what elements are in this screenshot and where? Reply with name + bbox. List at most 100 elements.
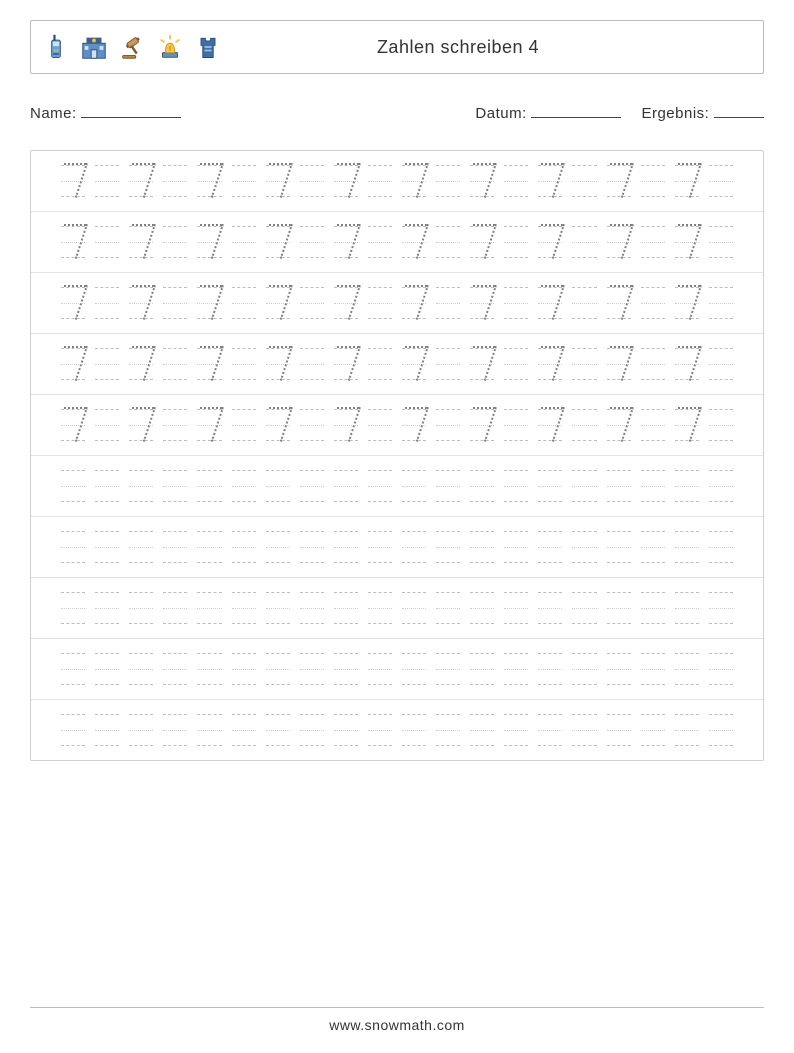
guide-cell[interactable] — [129, 226, 153, 258]
guide-cell[interactable] — [300, 531, 324, 563]
guide-cell[interactable] — [300, 165, 324, 197]
guide-cell[interactable] — [709, 287, 733, 319]
date-blank[interactable] — [531, 102, 621, 118]
guide-cell[interactable] — [436, 592, 460, 624]
guide-cell[interactable] — [368, 470, 392, 502]
guide-cell[interactable] — [436, 165, 460, 197]
guide-cell[interactable] — [197, 470, 221, 502]
guide-cell[interactable] — [368, 409, 392, 441]
guide-cell[interactable] — [436, 409, 460, 441]
guide-cell[interactable] — [232, 470, 256, 502]
guide-cell[interactable] — [334, 653, 358, 685]
guide-cell[interactable] — [163, 714, 187, 746]
guide-cell[interactable] — [163, 226, 187, 258]
guide-cell[interactable] — [641, 592, 665, 624]
guide-cell[interactable] — [61, 226, 85, 258]
guide-cell[interactable] — [675, 226, 699, 258]
guide-cell[interactable] — [95, 531, 119, 563]
guide-cell[interactable] — [538, 592, 562, 624]
guide-cell[interactable] — [61, 287, 85, 319]
guide-cell[interactable] — [675, 653, 699, 685]
guide-cell[interactable] — [572, 531, 596, 563]
guide-cell[interactable] — [607, 531, 631, 563]
guide-cell[interactable] — [538, 531, 562, 563]
guide-cell[interactable] — [334, 348, 358, 380]
guide-cell[interactable] — [402, 653, 426, 685]
guide-cell[interactable] — [470, 165, 494, 197]
guide-cell[interactable] — [232, 287, 256, 319]
guide-cell[interactable] — [163, 165, 187, 197]
guide-cell[interactable] — [334, 470, 358, 502]
guide-cell[interactable] — [266, 653, 290, 685]
guide-cell[interactable] — [607, 714, 631, 746]
guide-cell[interactable] — [470, 287, 494, 319]
guide-cell[interactable] — [197, 531, 221, 563]
guide-cell[interactable] — [436, 287, 460, 319]
guide-cell[interactable] — [197, 287, 221, 319]
guide-cell[interactable] — [709, 531, 733, 563]
guide-cell[interactable] — [197, 409, 221, 441]
guide-cell[interactable] — [129, 653, 153, 685]
guide-cell[interactable] — [709, 592, 733, 624]
guide-cell[interactable] — [709, 165, 733, 197]
name-blank[interactable] — [81, 102, 181, 118]
guide-cell[interactable] — [402, 226, 426, 258]
guide-cell[interactable] — [368, 531, 392, 563]
guide-cell[interactable] — [641, 531, 665, 563]
guide-cell[interactable] — [266, 287, 290, 319]
guide-cell[interactable] — [538, 653, 562, 685]
guide-cell[interactable] — [402, 531, 426, 563]
guide-cell[interactable] — [334, 165, 358, 197]
guide-cell[interactable] — [368, 592, 392, 624]
guide-cell[interactable] — [197, 653, 221, 685]
guide-cell[interactable] — [675, 470, 699, 502]
guide-cell[interactable] — [436, 714, 460, 746]
guide-cell[interactable] — [538, 165, 562, 197]
guide-cell[interactable] — [641, 409, 665, 441]
guide-cell[interactable] — [675, 287, 699, 319]
guide-cell[interactable] — [675, 531, 699, 563]
guide-cell[interactable] — [232, 592, 256, 624]
guide-cell[interactable] — [675, 714, 699, 746]
guide-cell[interactable] — [266, 226, 290, 258]
guide-cell[interactable] — [232, 348, 256, 380]
guide-cell[interactable] — [607, 470, 631, 502]
guide-cell[interactable] — [709, 653, 733, 685]
guide-cell[interactable] — [572, 409, 596, 441]
guide-cell[interactable] — [572, 226, 596, 258]
guide-cell[interactable] — [641, 470, 665, 502]
guide-cell[interactable] — [607, 653, 631, 685]
guide-cell[interactable] — [436, 653, 460, 685]
guide-cell[interactable] — [368, 348, 392, 380]
guide-cell[interactable] — [504, 348, 528, 380]
guide-cell[interactable] — [266, 531, 290, 563]
guide-cell[interactable] — [607, 592, 631, 624]
guide-cell[interactable] — [402, 348, 426, 380]
guide-cell[interactable] — [232, 409, 256, 441]
guide-cell[interactable] — [129, 531, 153, 563]
guide-cell[interactable] — [538, 226, 562, 258]
guide-cell[interactable] — [129, 592, 153, 624]
guide-cell[interactable] — [61, 165, 85, 197]
guide-cell[interactable] — [300, 348, 324, 380]
guide-cell[interactable] — [572, 165, 596, 197]
guide-cell[interactable] — [368, 165, 392, 197]
guide-cell[interactable] — [95, 348, 119, 380]
guide-cell[interactable] — [641, 348, 665, 380]
guide-cell[interactable] — [197, 714, 221, 746]
guide-cell[interactable] — [163, 287, 187, 319]
guide-cell[interactable] — [470, 592, 494, 624]
guide-cell[interactable] — [538, 409, 562, 441]
guide-cell[interactable] — [402, 714, 426, 746]
guide-cell[interactable] — [504, 592, 528, 624]
guide-cell[interactable] — [572, 714, 596, 746]
guide-cell[interactable] — [300, 226, 324, 258]
guide-cell[interactable] — [300, 287, 324, 319]
guide-cell[interactable] — [607, 409, 631, 441]
guide-cell[interactable] — [470, 531, 494, 563]
guide-cell[interactable] — [300, 409, 324, 441]
guide-cell[interactable] — [607, 165, 631, 197]
guide-cell[interactable] — [402, 592, 426, 624]
guide-cell[interactable] — [197, 348, 221, 380]
guide-cell[interactable] — [709, 348, 733, 380]
